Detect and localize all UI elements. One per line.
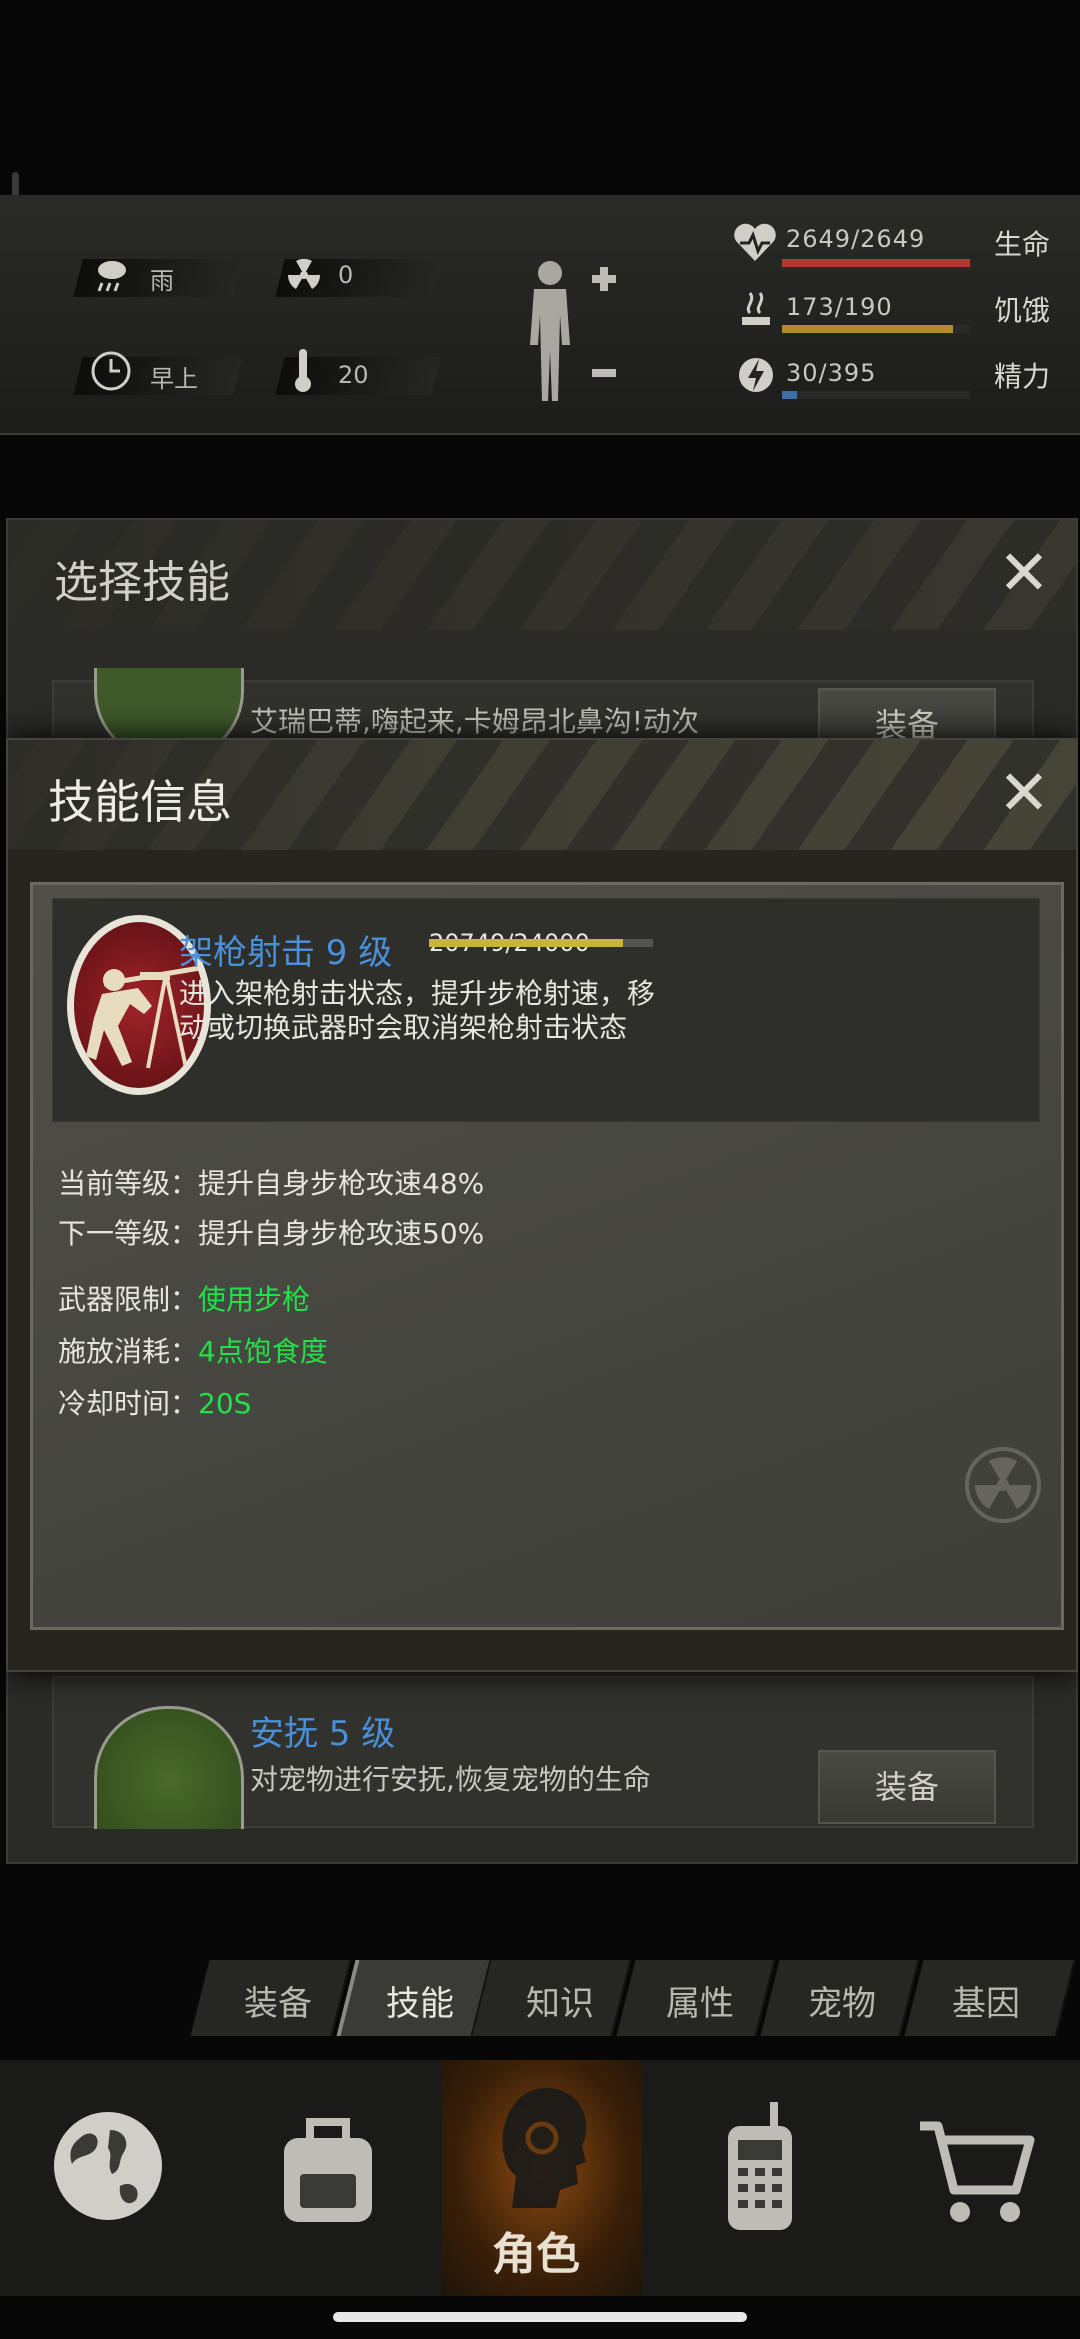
energy-label: 精力 [994, 360, 1051, 393]
skill-xp-bar [429, 939, 653, 947]
hunger-bar-fill [782, 325, 954, 333]
hunger-label: 饥饿 [994, 294, 1051, 327]
subtab-pets-label: 宠物 [808, 1984, 876, 2024]
body-status-icon[interactable] [520, 255, 630, 403]
select-dialog-title: 选择技能 [54, 557, 230, 608]
backpack-icon [270, 2108, 386, 2228]
cart-icon [916, 2118, 1036, 2228]
thermometer-icon [292, 347, 314, 393]
skill-soothe-name: 安抚 5 级 [250, 1714, 396, 1754]
radio-icon [720, 2102, 800, 2232]
status-bar: 雨 0 早上 20 2649/2649 生命 173/190 饥饿 30/395… [0, 195, 1080, 435]
info-dialog-close-icon[interactable]: ✕ [998, 762, 1050, 824]
nav-shop[interactable] [862, 2060, 1080, 2296]
nav-character[interactable]: 角色 [442, 2060, 642, 2296]
nav-character-label: 角色 [492, 2229, 580, 2280]
radiation-icon [284, 255, 324, 295]
cast-cost-row: 施放消耗：4点饱食度 [58, 1330, 328, 1370]
cooldown-label: 冷却时间： [58, 1387, 199, 1420]
nav-radio[interactable] [644, 2060, 862, 2296]
energy-bar [782, 391, 970, 399]
health-bar-fill [782, 259, 970, 267]
health-bar [782, 259, 970, 267]
energy-value: 30/395 [786, 359, 877, 387]
skill-description: 进入架枪射击状态，提升步枪射速，移动或切换武器时会取消架枪射击状态 [179, 977, 656, 1044]
cast-cost-label: 施放消耗： [58, 1335, 199, 1368]
heart-icon [732, 221, 778, 263]
weapon-limit-label: 武器限制： [58, 1283, 199, 1316]
hunger-icon [736, 289, 776, 331]
next-level-label: 下一等级： [58, 1217, 199, 1250]
skill-soothe-desc: 对宠物进行安抚,恢复宠物的生命 [250, 1763, 651, 1796]
skill-info-dialog: 技能信息 ✕ 架枪射击 9 级 20749/24000 进入架枪射击状态，提升 [6, 738, 1078, 1672]
globe-icon [50, 2108, 166, 2224]
skill-card-soothe: 安抚 5 级 对宠物进行安抚,恢复宠物的生命 装备 [52, 1676, 1034, 1829]
skill-top-desc: 艾瑞巴蒂,嗨起来,卡姆昂北鼻沟!动次 [250, 705, 700, 738]
subtab-knowledge-label: 知识 [526, 1984, 594, 2024]
home-indicator[interactable] [333, 2312, 747, 2322]
clock-icon [90, 350, 132, 392]
health-value: 2649/2649 [786, 225, 926, 253]
bottom-navigation: 角色 [0, 2060, 1080, 2296]
next-level-row: 下一等级：提升自身步枪攻速50% [58, 1212, 484, 1252]
subtab-skills-label: 技能 [386, 1984, 454, 2024]
current-level-label: 当前等级： [58, 1167, 199, 1200]
current-level-value: 提升自身步枪攻速48% [198, 1167, 485, 1200]
hunger-bar [782, 325, 970, 333]
rain-cloud-icon [92, 255, 132, 295]
skill-detail-card: 架枪射击 9 级 20749/24000 进入架枪射击状态，提升步枪射速，移动或… [52, 898, 1040, 1122]
health-label: 生命 [994, 228, 1051, 261]
equip-button-soothe[interactable]: 装备 [818, 1750, 996, 1824]
hunger-value: 173/190 [786, 293, 893, 321]
skill-xp-bar-fill [429, 939, 623, 947]
nav-backpack[interactable] [220, 2060, 440, 2296]
time-text: 早上 [150, 365, 198, 393]
current-level-row: 当前等级：提升自身步枪攻速48% [58, 1162, 484, 1202]
nav-map[interactable] [0, 2060, 220, 2296]
select-dialog-close-icon[interactable]: ✕ [998, 542, 1050, 604]
select-dialog-header: 选择技能 ✕ [8, 520, 1076, 630]
next-level-value: 提升自身步枪攻速50% [198, 1217, 485, 1250]
temperature-value: 20 [338, 361, 369, 389]
subtab-equipment-label: 装备 [244, 1984, 312, 2024]
energy-icon [736, 353, 776, 397]
pet-soothe-icon [94, 1706, 244, 1829]
cooldown-row: 冷却时间：20S [58, 1382, 251, 1422]
info-dialog-title: 技能信息 [48, 775, 232, 829]
weapon-limit-value: 使用步枪 [198, 1283, 311, 1316]
radiation-watermark-icon [963, 1445, 1043, 1525]
radiation-value: 0 [338, 261, 354, 289]
subtab-genes-label: 基因 [952, 1984, 1020, 2024]
character-subtabs: 装备 技能 知识 属性 宠物 基因 [190, 1960, 1076, 2040]
skill-name-level: 架枪射击 9 级 [179, 933, 393, 973]
cast-cost-value: 4点饱食度 [198, 1335, 328, 1368]
weapon-limit-row: 武器限制：使用步枪 [58, 1278, 310, 1318]
subtab-attributes-label: 属性 [666, 1984, 734, 2024]
cooldown-value: 20S [198, 1387, 252, 1420]
info-dialog-header: 技能信息 ✕ [8, 740, 1076, 850]
character-icon [482, 2080, 602, 2210]
energy-bar-fill [782, 391, 798, 399]
weather-text: 雨 [150, 267, 174, 295]
